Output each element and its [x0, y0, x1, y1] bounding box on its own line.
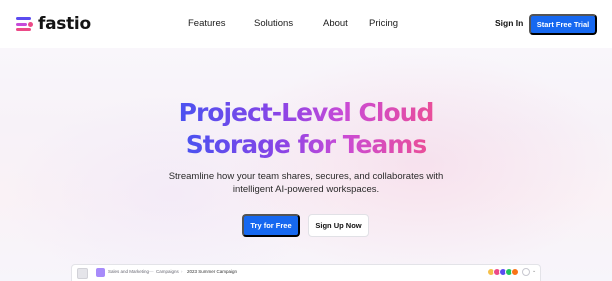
- hero-title-line-1: Project-Level Cloud: [178, 98, 435, 127]
- breadcrumb-project[interactable]: 2023 Summer Campaign: [187, 269, 237, 274]
- nav-link-solutions[interactable]: Solutions: [254, 18, 293, 29]
- brand-name: fastio: [38, 14, 91, 34]
- nav-link-pricing[interactable]: Pricing: [369, 18, 398, 29]
- sign-up-now-button[interactable]: Sign Up Now: [308, 214, 369, 237]
- hero-subtitle: Streamline how your team shares, secures…: [0, 170, 612, 196]
- breadcrumb-separator: ›: [181, 269, 183, 274]
- more-members-icon[interactable]: [522, 268, 530, 276]
- try-for-free-button[interactable]: Try for Free: [242, 214, 300, 237]
- app-preview-window: Sales and Marketing — Campaigns › 2023 S…: [71, 264, 541, 281]
- hero-subtitle-line-2: intelligent AI-powered workspaces.: [232, 184, 380, 195]
- breadcrumb-workspace[interactable]: Sales and Marketing: [108, 269, 149, 274]
- nav-link-features[interactable]: Features: [188, 18, 226, 29]
- background-glow: [0, 44, 612, 281]
- workspace-icon: [96, 268, 105, 277]
- breadcrumb-separator: —: [149, 269, 154, 274]
- breadcrumb-folder[interactable]: Campaigns: [156, 269, 179, 274]
- top-navbar: fastio Features Solutions About Pricing …: [0, 0, 612, 48]
- nav-link-about[interactable]: About: [323, 18, 348, 29]
- hero-title: Project-Level Cloud Storage for Teams: [0, 97, 612, 161]
- member-avatars[interactable]: [487, 268, 519, 276]
- chevron-down-icon[interactable]: ⌄: [532, 268, 536, 274]
- hero-title-line-2: Storage for Teams: [185, 130, 427, 159]
- workspace-thumbnail-icon: [77, 268, 88, 279]
- start-free-trial-button[interactable]: Start Free Trial: [529, 14, 597, 35]
- brand-logo[interactable]: fastio: [16, 14, 91, 34]
- fastio-stripes-icon: [16, 16, 33, 32]
- hero-subtitle-line-1: Streamline how your team shares, secures…: [168, 171, 444, 182]
- sign-in-link[interactable]: Sign In: [495, 18, 523, 28]
- avatar: [511, 268, 519, 276]
